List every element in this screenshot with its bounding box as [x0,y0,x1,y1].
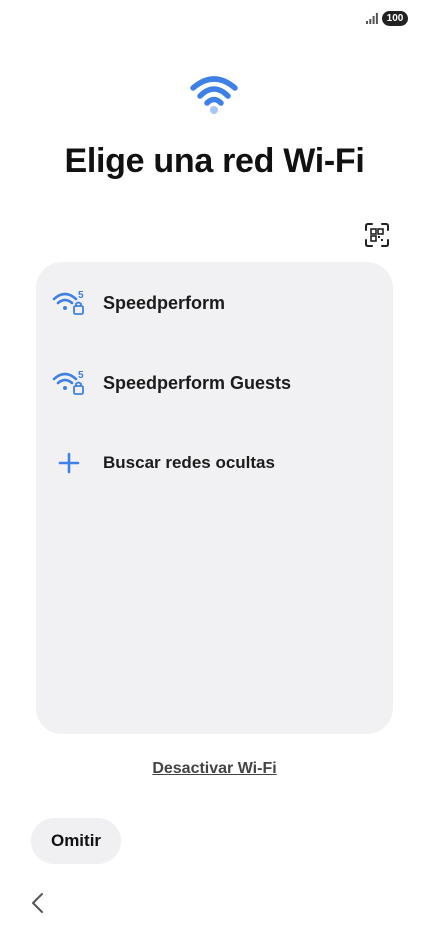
wifi-5ghz-lock-icon: 5 [52,370,84,395]
signal-bars-icon [366,13,378,24]
status-bar: 100 [0,0,429,40]
qr-scan-icon [365,223,389,247]
network-item-speedperform-guests[interactable]: 5 Speedperform Guests [36,353,393,413]
battery-indicator: 100 [382,11,408,26]
network-list: 5 Speedperform 5 Speedperform Guests Bus… [36,262,393,734]
search-hidden-networks-button[interactable]: Buscar redes ocultas [36,433,393,493]
network-name: Speedperform [103,292,226,313]
svg-text:5: 5 [78,290,84,301]
qr-scan-button[interactable] [362,220,392,250]
plus-icon [58,452,80,474]
search-hidden-networks-label: Buscar redes ocultas [103,453,275,472]
page-title: Elige una red Wi-Fi [64,142,365,180]
network-item-speedperform[interactable]: 5 Speedperform [36,273,393,333]
network-name: Speedperform Guests [103,372,292,393]
wifi-5ghz-lock-icon: 5 [52,290,84,315]
back-button[interactable] [24,888,50,918]
chevron-left-icon [32,893,43,913]
skip-button[interactable]: Omitir [31,818,121,864]
deactivate-wifi-link[interactable]: Desactivar Wi-Fi [0,760,429,778]
svg-text:5: 5 [78,370,84,381]
wifi-icon [190,76,238,114]
